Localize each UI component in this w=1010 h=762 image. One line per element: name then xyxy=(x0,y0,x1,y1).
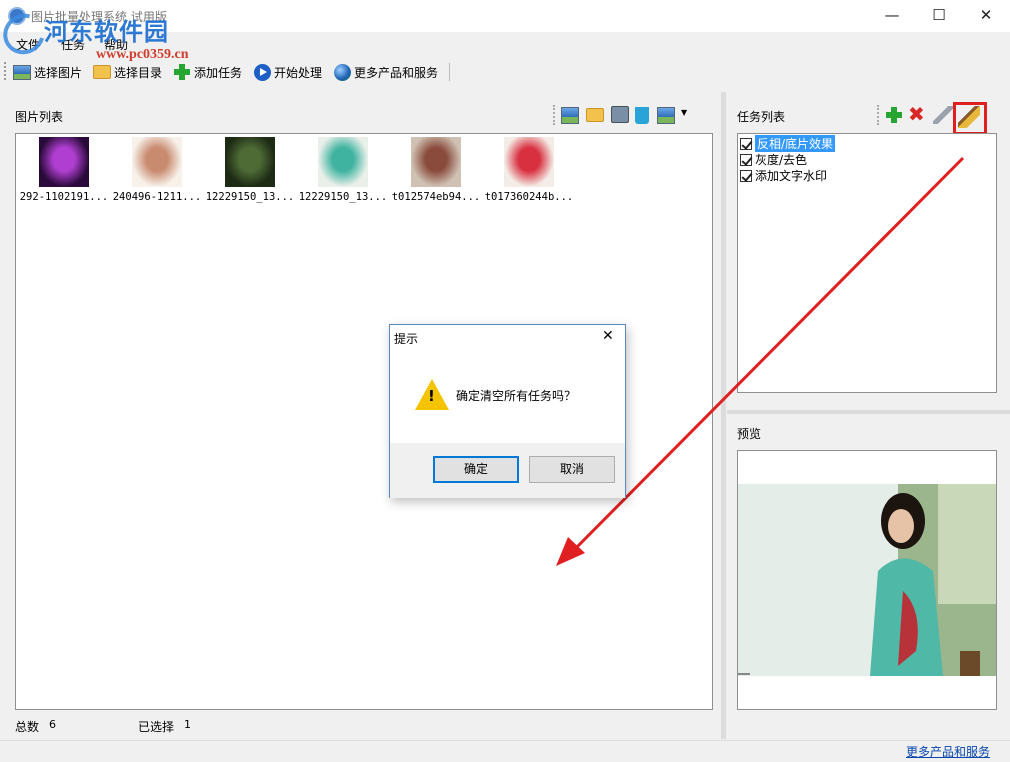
dialog-message: 确定清空所有任务吗？ xyxy=(456,389,577,403)
confirm-dialog: 提示 ✕ ! 确定清空所有任务吗？ 确定 取消 xyxy=(389,324,626,498)
dialog-title: 提示 xyxy=(394,332,419,346)
cancel-button[interactable]: 取消 xyxy=(529,456,615,483)
dialog-close-button[interactable]: ✕ xyxy=(602,328,614,344)
ok-button[interactable]: 确定 xyxy=(433,456,519,483)
warning-mark: ! xyxy=(428,387,435,405)
annotation-arrow-line xyxy=(570,156,965,554)
